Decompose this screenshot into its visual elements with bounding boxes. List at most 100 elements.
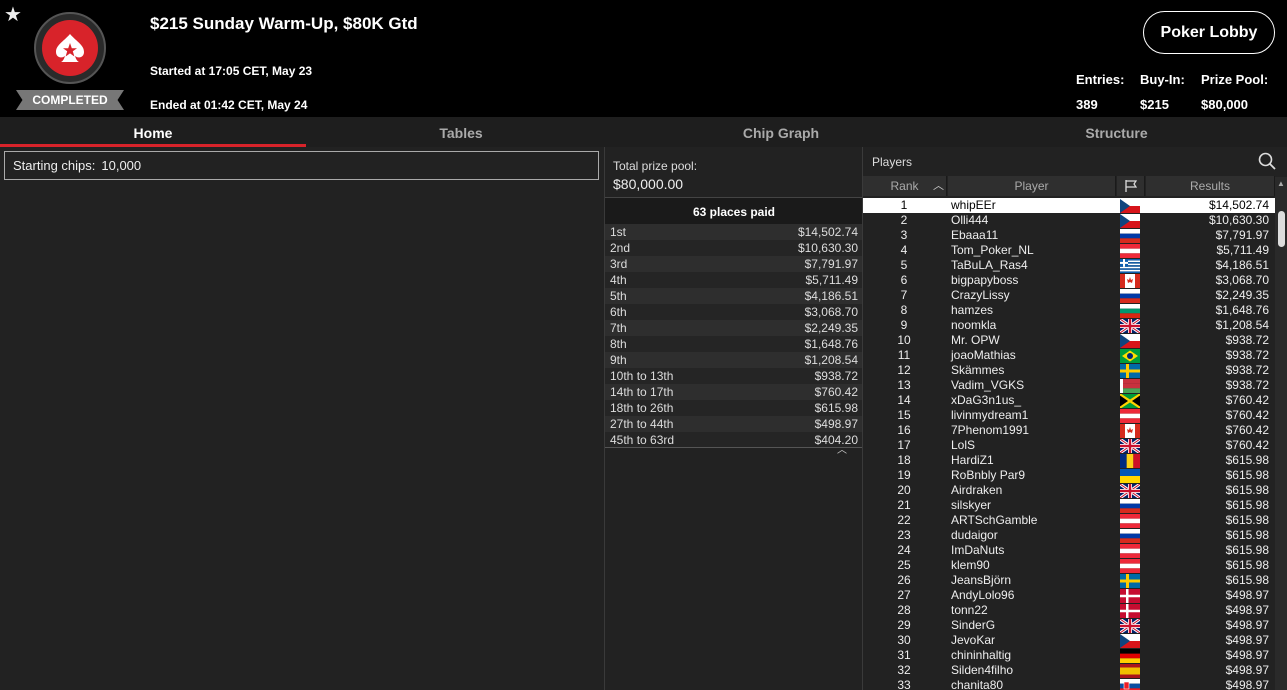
player-row[interactable]: 17 LolS $760.42 (863, 438, 1275, 453)
player-rank: 6 (900, 273, 908, 287)
player-name: bigpapyboss (951, 273, 1019, 287)
payout-place: 45th to 63rd (610, 433, 675, 447)
country-flag-icon (1116, 573, 1143, 588)
starting-chips-value: 10,000 (101, 158, 142, 173)
player-row[interactable]: 12 Skämmes $938.72 (863, 363, 1275, 378)
player-row[interactable]: 18 HardiZ1 $615.98 (863, 453, 1275, 468)
player-row[interactable]: 8 hamzes $1,648.76 (863, 303, 1275, 318)
player-name: dudaigor (951, 528, 998, 542)
player-row[interactable]: 20 Airdraken $615.98 (863, 483, 1275, 498)
country-flag-icon (1116, 408, 1143, 423)
player-result: $615.98 (1225, 468, 1269, 482)
payout-amount: $2,249.35 (804, 321, 858, 335)
player-row[interactable]: 31 chininhaltig $498.97 (863, 648, 1275, 663)
player-rank: 29 (897, 618, 911, 632)
player-row[interactable]: 4 Tom_Poker_NL $5,711.49 (863, 243, 1275, 258)
player-row[interactable]: 29 SinderG $498.97 (863, 618, 1275, 633)
player-row[interactable]: 3 Ebaaa11 $7,791.97 (863, 228, 1275, 243)
player-rank: 32 (897, 663, 911, 677)
player-row[interactable]: 10 Mr. OPW $938.72 (863, 333, 1275, 348)
scroll-thumb[interactable] (1278, 211, 1285, 247)
payout-list: 1st $14,502.74 2nd $10,630.30 3rd $7,791.97 4t… (605, 224, 863, 448)
player-row[interactable]: 15 livinmydream1 $760.42 (863, 408, 1275, 423)
search-icon[interactable] (1258, 152, 1276, 170)
player-row[interactable]: 2 Olli444 $10,630.30 (863, 213, 1275, 228)
player-result: $14,502.74 (1208, 198, 1269, 212)
player-result: $498.97 (1225, 588, 1269, 602)
player-row[interactable]: 16 7Phenom1991 $760.42 (863, 423, 1275, 438)
player-rank: 10 (897, 333, 911, 347)
player-name: chanita80 (951, 678, 1004, 690)
player-result: $7,791.97 (1215, 228, 1269, 242)
payout-amount: $1,648.76 (804, 337, 858, 351)
entries-value: 389 (1076, 97, 1098, 112)
player-row[interactable]: 19 RoBnbly Par9 $615.98 (863, 468, 1275, 483)
player-name: JeansBjörn (951, 573, 1012, 587)
player-name: TaBuLA_Ras4 (951, 258, 1028, 272)
payout-amount: $938.72 (814, 369, 858, 383)
country-flag-icon (1116, 348, 1143, 363)
player-row[interactable]: 7 CrazyLissy $2,249.35 (863, 288, 1275, 303)
scrollbar[interactable]: ▲ (1275, 177, 1287, 690)
player-name: Skämmes (951, 363, 1005, 377)
player-row[interactable]: 30 JevoKar $498.97 (863, 633, 1275, 648)
player-row[interactable]: 14 xDaG3n1us_ $760.42 (863, 393, 1275, 408)
tab-structure[interactable]: Structure (946, 117, 1287, 147)
country-flag-icon (1116, 273, 1143, 288)
chevron-up-icon[interactable]: ︿ (827, 446, 857, 457)
player-name: ARTSchGamble (951, 513, 1038, 527)
player-row[interactable]: 5 TaBuLA_Ras4 $4,186.51 (863, 258, 1275, 273)
scroll-up-icon[interactable]: ▲ (1277, 179, 1285, 188)
player-row[interactable]: 25 klem90 $615.98 (863, 558, 1275, 573)
prize-panel: Total prize pool: $80,000.00 63 places p… (604, 147, 863, 690)
payout-row: 9th $1,208.54 (605, 352, 863, 368)
player-result: $615.98 (1225, 558, 1269, 572)
player-result: $3,068.70 (1215, 273, 1269, 287)
payout-place: 1st (610, 225, 627, 239)
tab-tables[interactable]: Tables (306, 117, 616, 147)
player-row[interactable]: 22 ARTSchGamble $615.98 (863, 513, 1275, 528)
player-result: $10,630.30 (1208, 213, 1269, 227)
column-rank-label: Rank (890, 179, 919, 193)
tab-home[interactable]: Home (0, 117, 306, 147)
player-row[interactable]: 1 whipEEr $14,502.74 (863, 198, 1275, 213)
column-player[interactable]: Player (948, 176, 1116, 196)
player-list: 1 whipEEr $14,502.74 2 Olli444 $10,630.30 3 Eba… (863, 198, 1275, 690)
country-flag-icon (1116, 378, 1143, 393)
player-row[interactable]: 11 joaoMathias $938.72 (863, 348, 1275, 363)
star-icon[interactable]: ★ (4, 2, 22, 27)
player-row[interactable]: 13 Vadim_VGKS $938.72 (863, 378, 1275, 393)
player-rank: 23 (897, 528, 911, 542)
player-name: Ebaaa11 (951, 228, 999, 242)
player-row[interactable]: 32 Silden4filho $498.97 (863, 663, 1275, 678)
payout-row: 1st $14,502.74 (605, 224, 863, 240)
column-rank[interactable]: Rank ︿ (863, 176, 947, 196)
column-country[interactable] (1117, 176, 1145, 196)
payout-row: 2nd $10,630.30 (605, 240, 863, 256)
poker-lobby-button[interactable]: Poker Lobby (1143, 11, 1275, 54)
player-name: tonn22 (951, 603, 988, 617)
player-name: Olli444 (951, 213, 989, 227)
payout-place: 18th to 26th (610, 401, 674, 415)
tab-chip-graph[interactable]: Chip Graph (616, 117, 946, 147)
column-results[interactable]: Results (1146, 176, 1275, 196)
payout-amount: $3,068.70 (804, 305, 858, 319)
player-row[interactable]: 21 silskyer $615.98 (863, 498, 1275, 513)
player-name: whipEEr (951, 198, 996, 212)
starting-chips-box: Starting chips: 10,000 (4, 151, 599, 180)
player-row[interactable]: 28 tonn22 $498.97 (863, 603, 1275, 618)
country-flag-icon (1116, 528, 1143, 543)
player-row[interactable]: 6 bigpapyboss $3,068.70 (863, 273, 1275, 288)
player-row[interactable]: 33 chanita80 $498.97 (863, 678, 1275, 690)
country-flag-icon (1116, 648, 1143, 663)
player-rank: 18 (897, 453, 911, 467)
player-row[interactable]: 26 JeansBjörn $615.98 (863, 573, 1275, 588)
player-row[interactable]: 27 AndyLolo96 $498.97 (863, 588, 1275, 603)
player-row[interactable]: 9 noomkla $1,208.54 (863, 318, 1275, 333)
player-name: LolS (951, 438, 976, 452)
buyin-label: Buy-In: (1140, 72, 1185, 87)
player-row[interactable]: 24 ImDaNuts $615.98 (863, 543, 1275, 558)
starting-chips-label: Starting chips: (13, 158, 96, 173)
player-name: HardiZ1 (951, 453, 994, 467)
player-row[interactable]: 23 dudaigor $615.98 (863, 528, 1275, 543)
